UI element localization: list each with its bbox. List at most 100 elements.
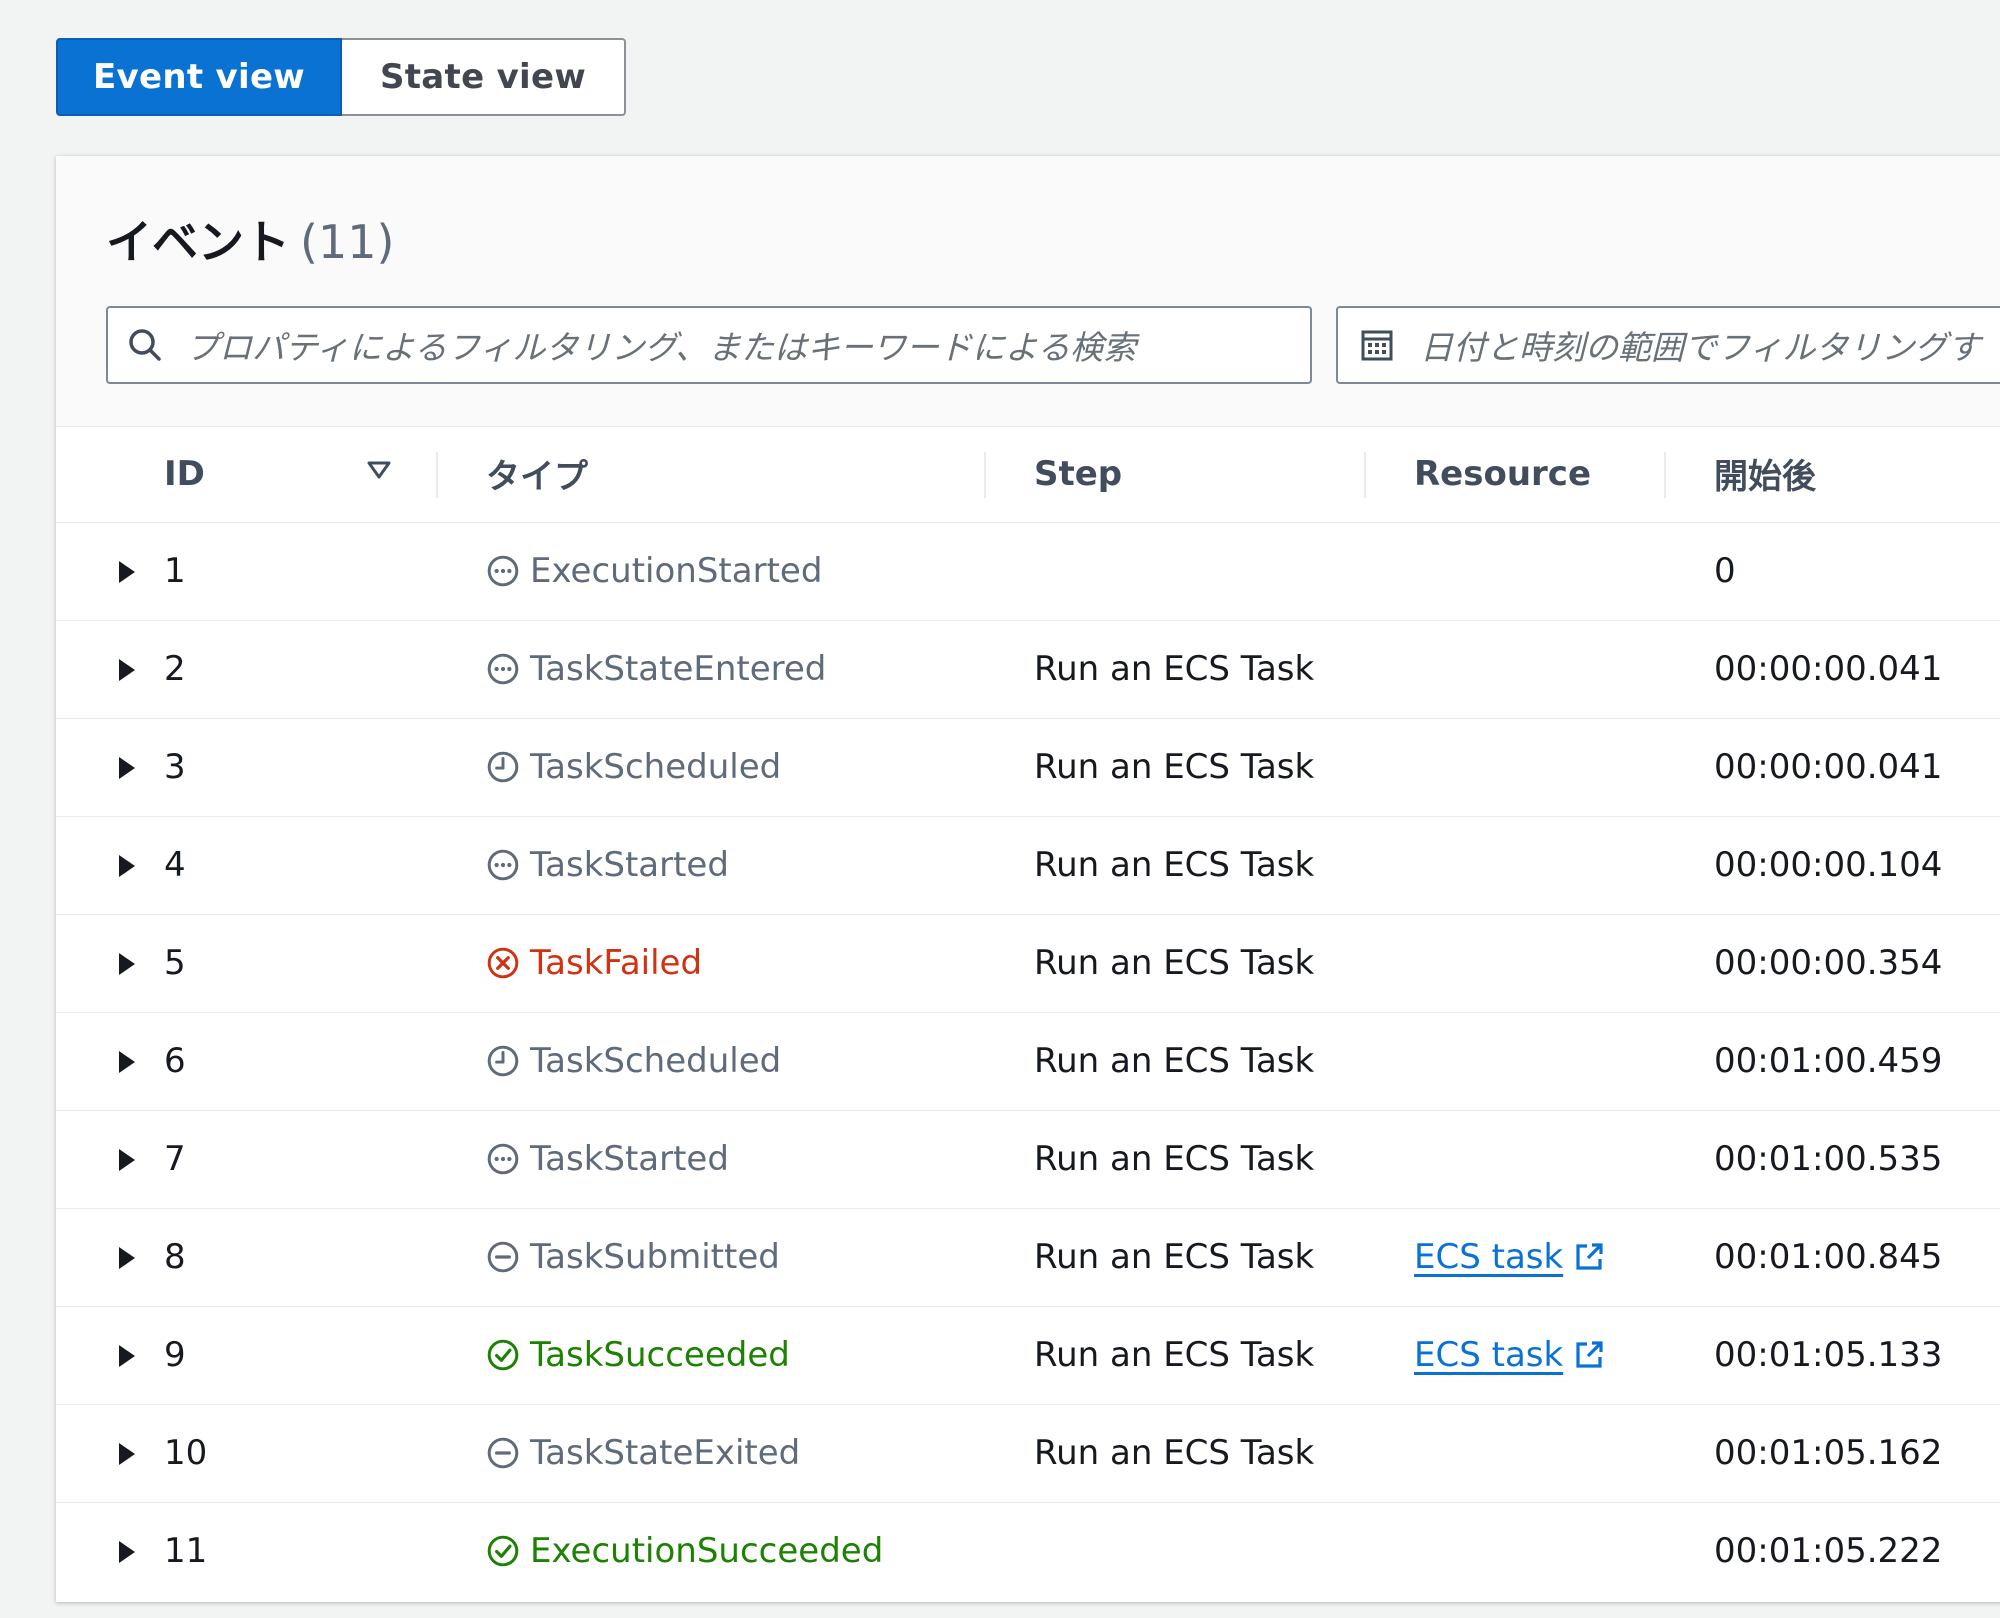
expand-caret-icon[interactable] (116, 1245, 138, 1271)
expand-caret-icon[interactable] (116, 559, 138, 585)
event-id: 10 (164, 1433, 208, 1473)
event-type: TaskSucceeded (530, 1335, 790, 1375)
event-step: Run an ECS Task (1034, 845, 1315, 885)
table-row[interactable]: 4 TaskStarted Run an ECS Task 00:00:00.104 (56, 816, 2000, 914)
event-id: 2 (164, 649, 186, 689)
table-row[interactable]: 8 TaskSubmitted Run an ECS Task ECS task 00:… (56, 1208, 2000, 1306)
events-panel: イベント (11) プロパティによるフィルタリング、またはキーワードによる検索 日… (56, 156, 2000, 1602)
expand-cell[interactable] (56, 522, 135, 620)
event-type: TaskStarted (530, 845, 729, 885)
event-type-cell: TaskSucceeded (438, 1306, 986, 1404)
search-icon (129, 329, 161, 361)
event-started-after: 00:01:05.133 (1714, 1335, 1943, 1375)
event-started-after: 00:00:00.041 (1714, 747, 1943, 787)
event-id: 8 (164, 1237, 186, 1277)
table-row[interactable]: 5 TaskFailed Run an ECS Task 00:00:00.354 (56, 914, 2000, 1012)
status-indicator: ExecutionSucceeded (486, 1531, 986, 1571)
expand-caret-icon[interactable] (116, 1049, 138, 1075)
date-range-filter[interactable]: 日付と時刻の範囲でフィルタリングす (1336, 306, 2000, 384)
expand-cell[interactable] (56, 1012, 135, 1110)
event-type-cell: TaskStateExited (438, 1404, 986, 1502)
expand-cell[interactable] (56, 914, 135, 1012)
table-row[interactable]: 7 TaskStarted Run an ECS Task 00:01:00.535 (56, 1110, 2000, 1208)
expand-caret-icon[interactable] (116, 657, 138, 683)
column-header-started-after[interactable]: 開始後 (1666, 426, 2000, 522)
event-resource-cell (1366, 1502, 1666, 1600)
column-header-type-label: タイプ (486, 457, 588, 498)
event-step: Run an ECS Task (1034, 747, 1315, 787)
event-started-after: 00:01:05.222 (1714, 1531, 1943, 1572)
event-resource-cell (1366, 1404, 1666, 1502)
event-step: Run an ECS Task (1034, 1139, 1315, 1179)
stopped-icon (487, 1241, 519, 1273)
event-resource-cell (1366, 816, 1666, 914)
event-resource-cell: ECS task (1366, 1306, 1666, 1404)
table-row[interactable]: 3 TaskScheduled Run an ECS Task 00:00:00.04… (56, 718, 2000, 816)
expand-cell[interactable] (56, 1306, 135, 1404)
expand-caret-icon[interactable] (116, 1441, 138, 1467)
expand-cell[interactable] (56, 816, 135, 914)
expand-caret-icon[interactable] (116, 951, 138, 977)
event-started-after: 0 (1714, 551, 1736, 591)
event-id: 6 (164, 1041, 186, 1081)
panel-title: イベント (11) (106, 206, 394, 272)
event-type-cell: TaskScheduled (438, 718, 986, 816)
property-filter-input[interactable]: プロパティによるフィルタリング、またはキーワードによる検索 (106, 306, 1312, 384)
expand-cell[interactable] (56, 718, 135, 816)
expand-cell[interactable] (56, 1110, 135, 1208)
expand-caret-icon[interactable] (116, 853, 138, 879)
event-type-cell: ExecutionSucceeded (438, 1502, 986, 1600)
status-indicator: TaskSubmitted (486, 1237, 986, 1277)
event-resource-cell (1366, 1012, 1666, 1110)
expand-caret-icon[interactable] (116, 1147, 138, 1173)
event-id: 4 (164, 845, 186, 885)
event-step (986, 522, 1366, 620)
error-icon (487, 947, 519, 979)
expand-caret-icon[interactable] (116, 1539, 138, 1565)
event-type: TaskScheduled (530, 747, 782, 787)
column-header-id[interactable]: ID (112, 426, 438, 522)
event-step: Run an ECS Task (1034, 1433, 1315, 1473)
column-header-type[interactable]: タイプ (438, 426, 986, 522)
event-type: TaskFailed (530, 943, 703, 983)
table-row[interactable]: 10 TaskStateExited Run an ECS Task 00:01:05… (56, 1404, 2000, 1502)
column-header-resource[interactable]: Resource (1366, 426, 1666, 522)
event-step: Run an ECS Task (1034, 649, 1315, 689)
table-row[interactable]: 2 TaskStateEntered Run an ECS Task 00:00:00… (56, 620, 2000, 718)
search-placeholder: プロパティによるフィルタリング、またはキーワードによる検索 (186, 328, 1137, 367)
event-id: 5 (164, 943, 186, 983)
status-indicator: TaskStarted (486, 1139, 986, 1179)
column-header-id-label: ID (164, 453, 205, 494)
event-step: Run an ECS Task (1034, 1041, 1315, 1081)
event-view-button[interactable]: Event view (56, 38, 342, 116)
table-row[interactable]: 6 TaskScheduled Run an ECS Task 00:01:00.45… (56, 1012, 2000, 1110)
expand-caret-icon[interactable] (116, 755, 138, 781)
expand-column-header (56, 426, 112, 522)
table-row[interactable]: 1 ExecutionStarted 0 (56, 522, 2000, 620)
event-count: (11) (300, 215, 395, 269)
column-header-started-after-label: 開始後 (1714, 457, 1816, 498)
event-type-cell: TaskScheduled (438, 1012, 986, 1110)
status-indicator: ExecutionStarted (486, 551, 986, 591)
expand-cell[interactable] (56, 1404, 135, 1502)
event-type-cell: ExecutionStarted (438, 522, 986, 620)
expand-cell[interactable] (56, 1502, 135, 1600)
event-type: TaskStateExited (530, 1433, 801, 1473)
event-resource-cell (1366, 620, 1666, 718)
event-started-after: 00:00:00.354 (1714, 943, 1943, 983)
event-started-after: 00:00:00.104 (1714, 845, 1943, 885)
expand-caret-icon[interactable] (116, 1343, 138, 1369)
state-view-button[interactable]: State view (342, 38, 626, 116)
table-row[interactable]: 11 ExecutionSucceeded 00:01:05.222 (56, 1502, 2000, 1600)
table-row[interactable]: 9 TaskSucceeded Run an ECS Task ECS task 00:… (56, 1306, 2000, 1404)
expand-cell[interactable] (56, 1208, 135, 1306)
success-icon (487, 1535, 519, 1567)
expand-cell[interactable] (56, 620, 135, 718)
column-header-step[interactable]: Step (986, 426, 1366, 522)
event-type-cell: TaskStateEntered (438, 620, 986, 718)
resource-link[interactable]: ECS task (1414, 1237, 1605, 1277)
table-header-row: ID タイプ Step Resource 開始後 (56, 426, 2000, 522)
resource-link[interactable]: ECS task (1414, 1335, 1605, 1375)
external-link-icon (1576, 1243, 1603, 1270)
sort-descending-icon[interactable] (366, 459, 392, 481)
